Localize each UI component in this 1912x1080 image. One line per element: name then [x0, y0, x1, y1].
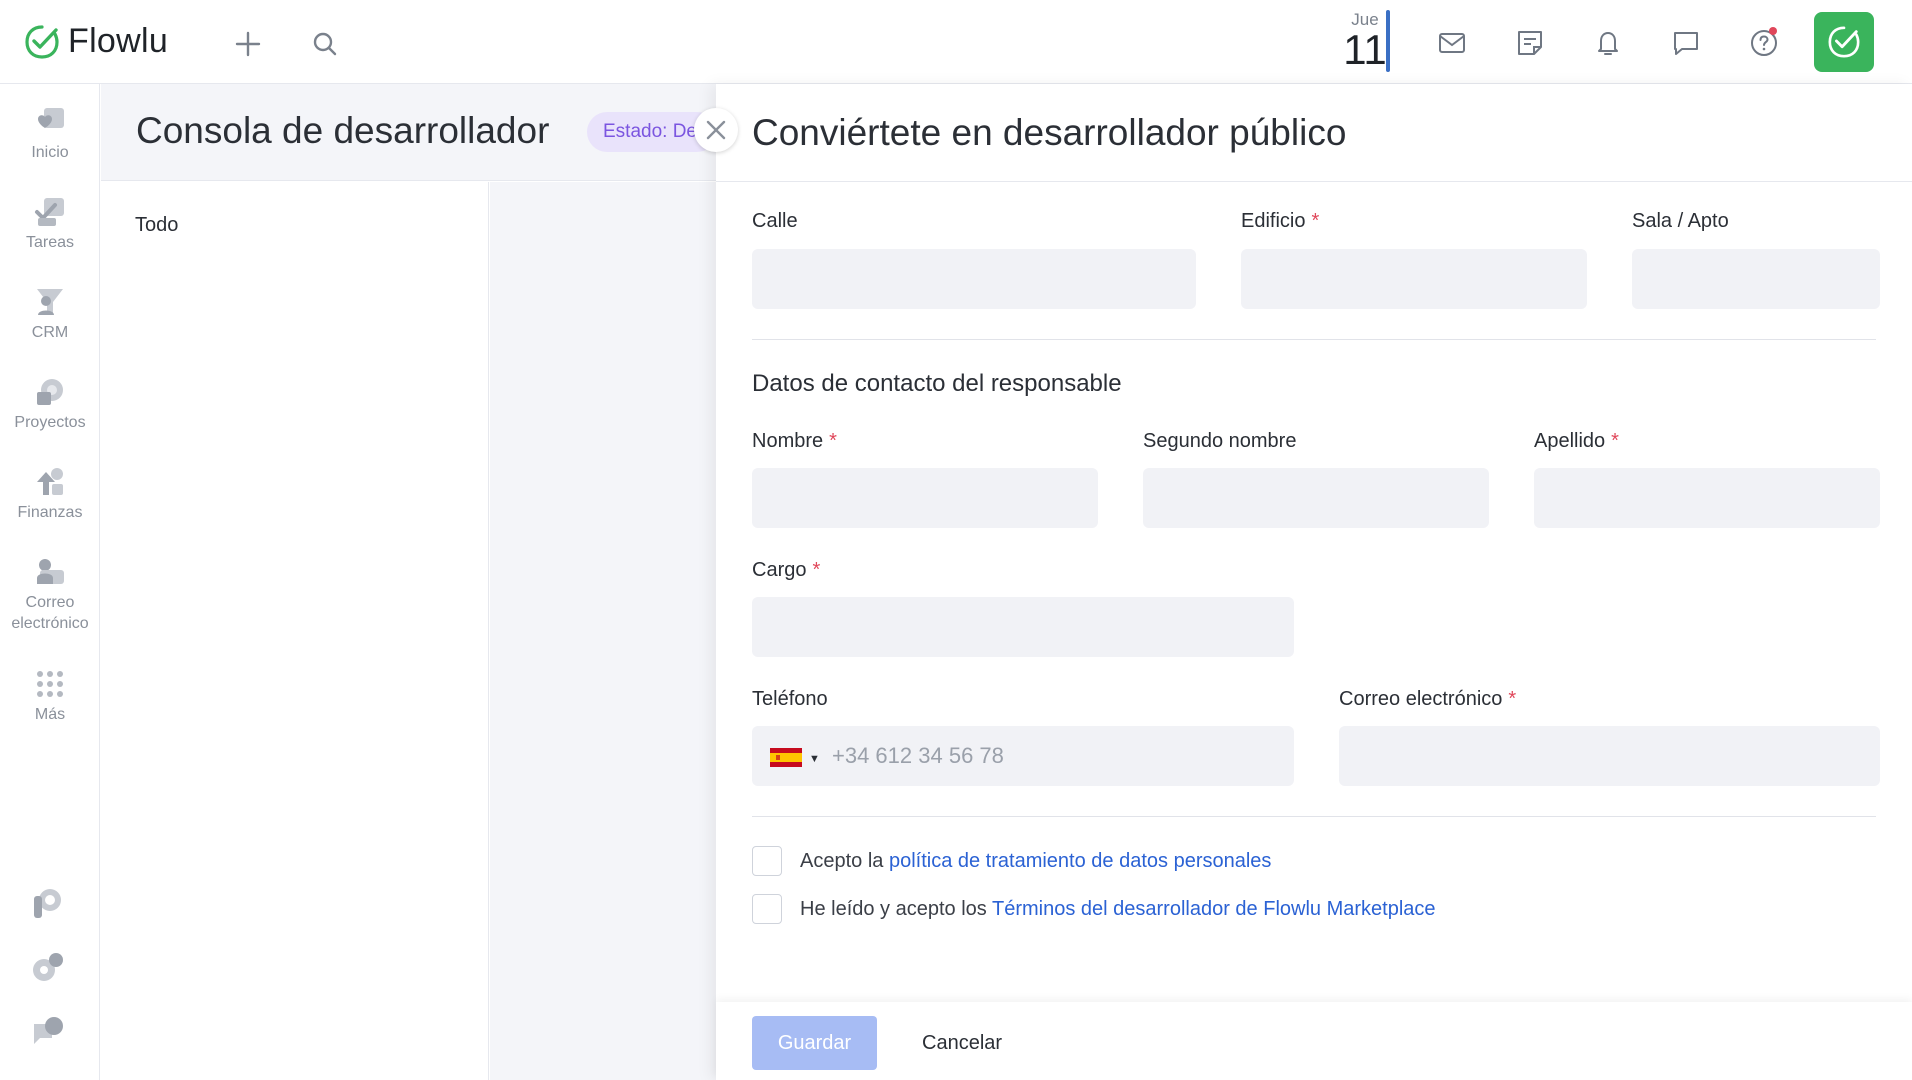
spain-flag-icon[interactable] [770, 748, 802, 767]
header-divider [716, 181, 1912, 182]
filter-column: Todo [101, 182, 489, 1080]
consent-privacy-text: Acepto la política de tratamiento de dat… [800, 849, 1272, 872]
save-button[interactable]: Guardar [752, 1016, 877, 1070]
help-icon[interactable] [1742, 22, 1786, 64]
sidebar-item-proyectos[interactable]: Proyectos [0, 376, 100, 433]
sidebar-item-label: Más [34, 706, 66, 723]
phone-placeholder: +34 612 34 56 78 [832, 743, 1004, 768]
sidebar-item-mas[interactable]: Más [0, 668, 100, 725]
filter-all[interactable]: Todo [135, 214, 178, 237]
mail-icon [37, 559, 64, 584]
developer-form-panel: Conviértete en desarrollador público Cal… [716, 84, 1912, 1080]
email-input[interactable] [1339, 726, 1880, 786]
chat-icon[interactable] [1664, 22, 1708, 64]
panel-footer: Guardar Cancelar [716, 1002, 1912, 1080]
phone-label: Teléfono [752, 688, 828, 710]
top-bar: Flowlu Jue 11 [0, 0, 1912, 84]
consent-terms-text: He leído y acepto los Términos del desar… [800, 897, 1436, 920]
page-content-area [490, 182, 722, 1080]
close-icon [706, 120, 726, 140]
page-title: Consola de desarrollador [136, 110, 550, 151]
room-label: Sala / Apto [1632, 210, 1729, 232]
crm-funnel-icon [37, 289, 63, 315]
flowlu-check-button[interactable] [1814, 12, 1874, 72]
settings-icon[interactable] [30, 950, 66, 986]
developer-terms-link[interactable]: Términos del desarrollador de Flowlu Mar… [992, 898, 1436, 920]
last-name-input[interactable] [1534, 468, 1880, 528]
country-dropdown-icon[interactable]: ▼ [809, 753, 820, 765]
bell-icon[interactable] [1586, 22, 1630, 64]
flowlu-logo[interactable]: Flowlu [24, 22, 168, 61]
panel-title: Conviértete en desarrollador público [752, 112, 1347, 153]
date-number: 11 [1343, 26, 1387, 73]
building-input[interactable] [1241, 249, 1587, 309]
consent-terms-row: He leído y acepto los Términos del desar… [752, 894, 1436, 924]
notification-dot [1769, 27, 1777, 35]
street-label: Calle [752, 210, 798, 232]
consent-privacy-row: Acepto la política de tratamiento de dat… [752, 846, 1271, 876]
required-asterisk: * [1611, 430, 1619, 452]
projects-icon [37, 379, 63, 405]
middle-name-input[interactable] [1143, 468, 1489, 528]
street-input[interactable] [752, 249, 1196, 309]
sidebar-item-label: Finanzas [17, 504, 83, 521]
add-icon[interactable] [228, 26, 268, 62]
close-panel-button[interactable] [694, 108, 738, 152]
tasks-icon [35, 198, 64, 226]
sidebar-item-label: CRM [31, 324, 69, 341]
finance-icon [37, 468, 63, 495]
last-name-label: Apellido * [1534, 430, 1619, 452]
mail-icon[interactable] [1430, 22, 1474, 64]
building-label: Edificio * [1241, 210, 1320, 232]
check-circle-icon [1828, 26, 1860, 58]
room-input[interactable] [1632, 249, 1880, 309]
section-divider [752, 816, 1876, 817]
more-grid-icon [37, 671, 63, 697]
cancel-button[interactable]: Cancelar [906, 1016, 1018, 1070]
consent-terms-checkbox[interactable] [752, 894, 782, 924]
left-sidebar: Inicio Tareas CRM Proyectos Finanzas Cor… [0, 84, 100, 1080]
sidebar-item-correo[interactable]: Correo electrónico [0, 556, 100, 634]
first-name-input[interactable] [752, 468, 1098, 528]
date-divider [1386, 10, 1390, 72]
email-label: Correo electrónico * [1339, 688, 1517, 710]
position-input[interactable] [752, 597, 1294, 657]
marketplace-icon[interactable] [30, 886, 66, 922]
section-divider [752, 339, 1876, 340]
sidebar-item-label: Inicio [31, 144, 69, 161]
logo-text: Flowlu [68, 22, 169, 60]
sidebar-item-inicio[interactable]: Inicio [0, 106, 100, 163]
first-name-label: Nombre * [752, 430, 837, 452]
notes-icon[interactable] [1508, 22, 1552, 64]
phone-field[interactable]: ▼ +34 612 34 56 78 [752, 726, 1294, 786]
sidebar-item-tareas[interactable]: Tareas [0, 196, 100, 253]
required-asterisk: * [812, 559, 821, 581]
sidebar-item-crm[interactable]: CRM [0, 286, 100, 343]
support-chat-icon[interactable] [30, 1014, 66, 1050]
required-asterisk: * [1508, 688, 1517, 710]
position-label: Cargo * [752, 559, 821, 581]
middle-name-label: Segundo nombre [1143, 430, 1297, 452]
sidebar-item-label: Correo electrónico [11, 594, 89, 632]
heart-icon [38, 108, 64, 128]
date-widget[interactable]: Jue 11 [1338, 10, 1392, 72]
sidebar-item-label: Proyectos [14, 414, 86, 431]
required-asterisk: * [829, 430, 837, 452]
contact-section-title: Datos de contacto del responsable [752, 370, 1122, 397]
page-header: Consola de desarrollador Estado: De [101, 84, 721, 181]
required-asterisk: * [1311, 210, 1320, 232]
search-icon[interactable] [305, 26, 345, 62]
consent-privacy-checkbox[interactable] [752, 846, 782, 876]
privacy-policy-link[interactable]: política de tratamiento de datos persona… [889, 850, 1271, 872]
sidebar-item-finanzas[interactable]: Finanzas [0, 466, 100, 523]
sidebar-item-label: Tareas [25, 234, 75, 251]
logo-check-icon [25, 24, 59, 59]
